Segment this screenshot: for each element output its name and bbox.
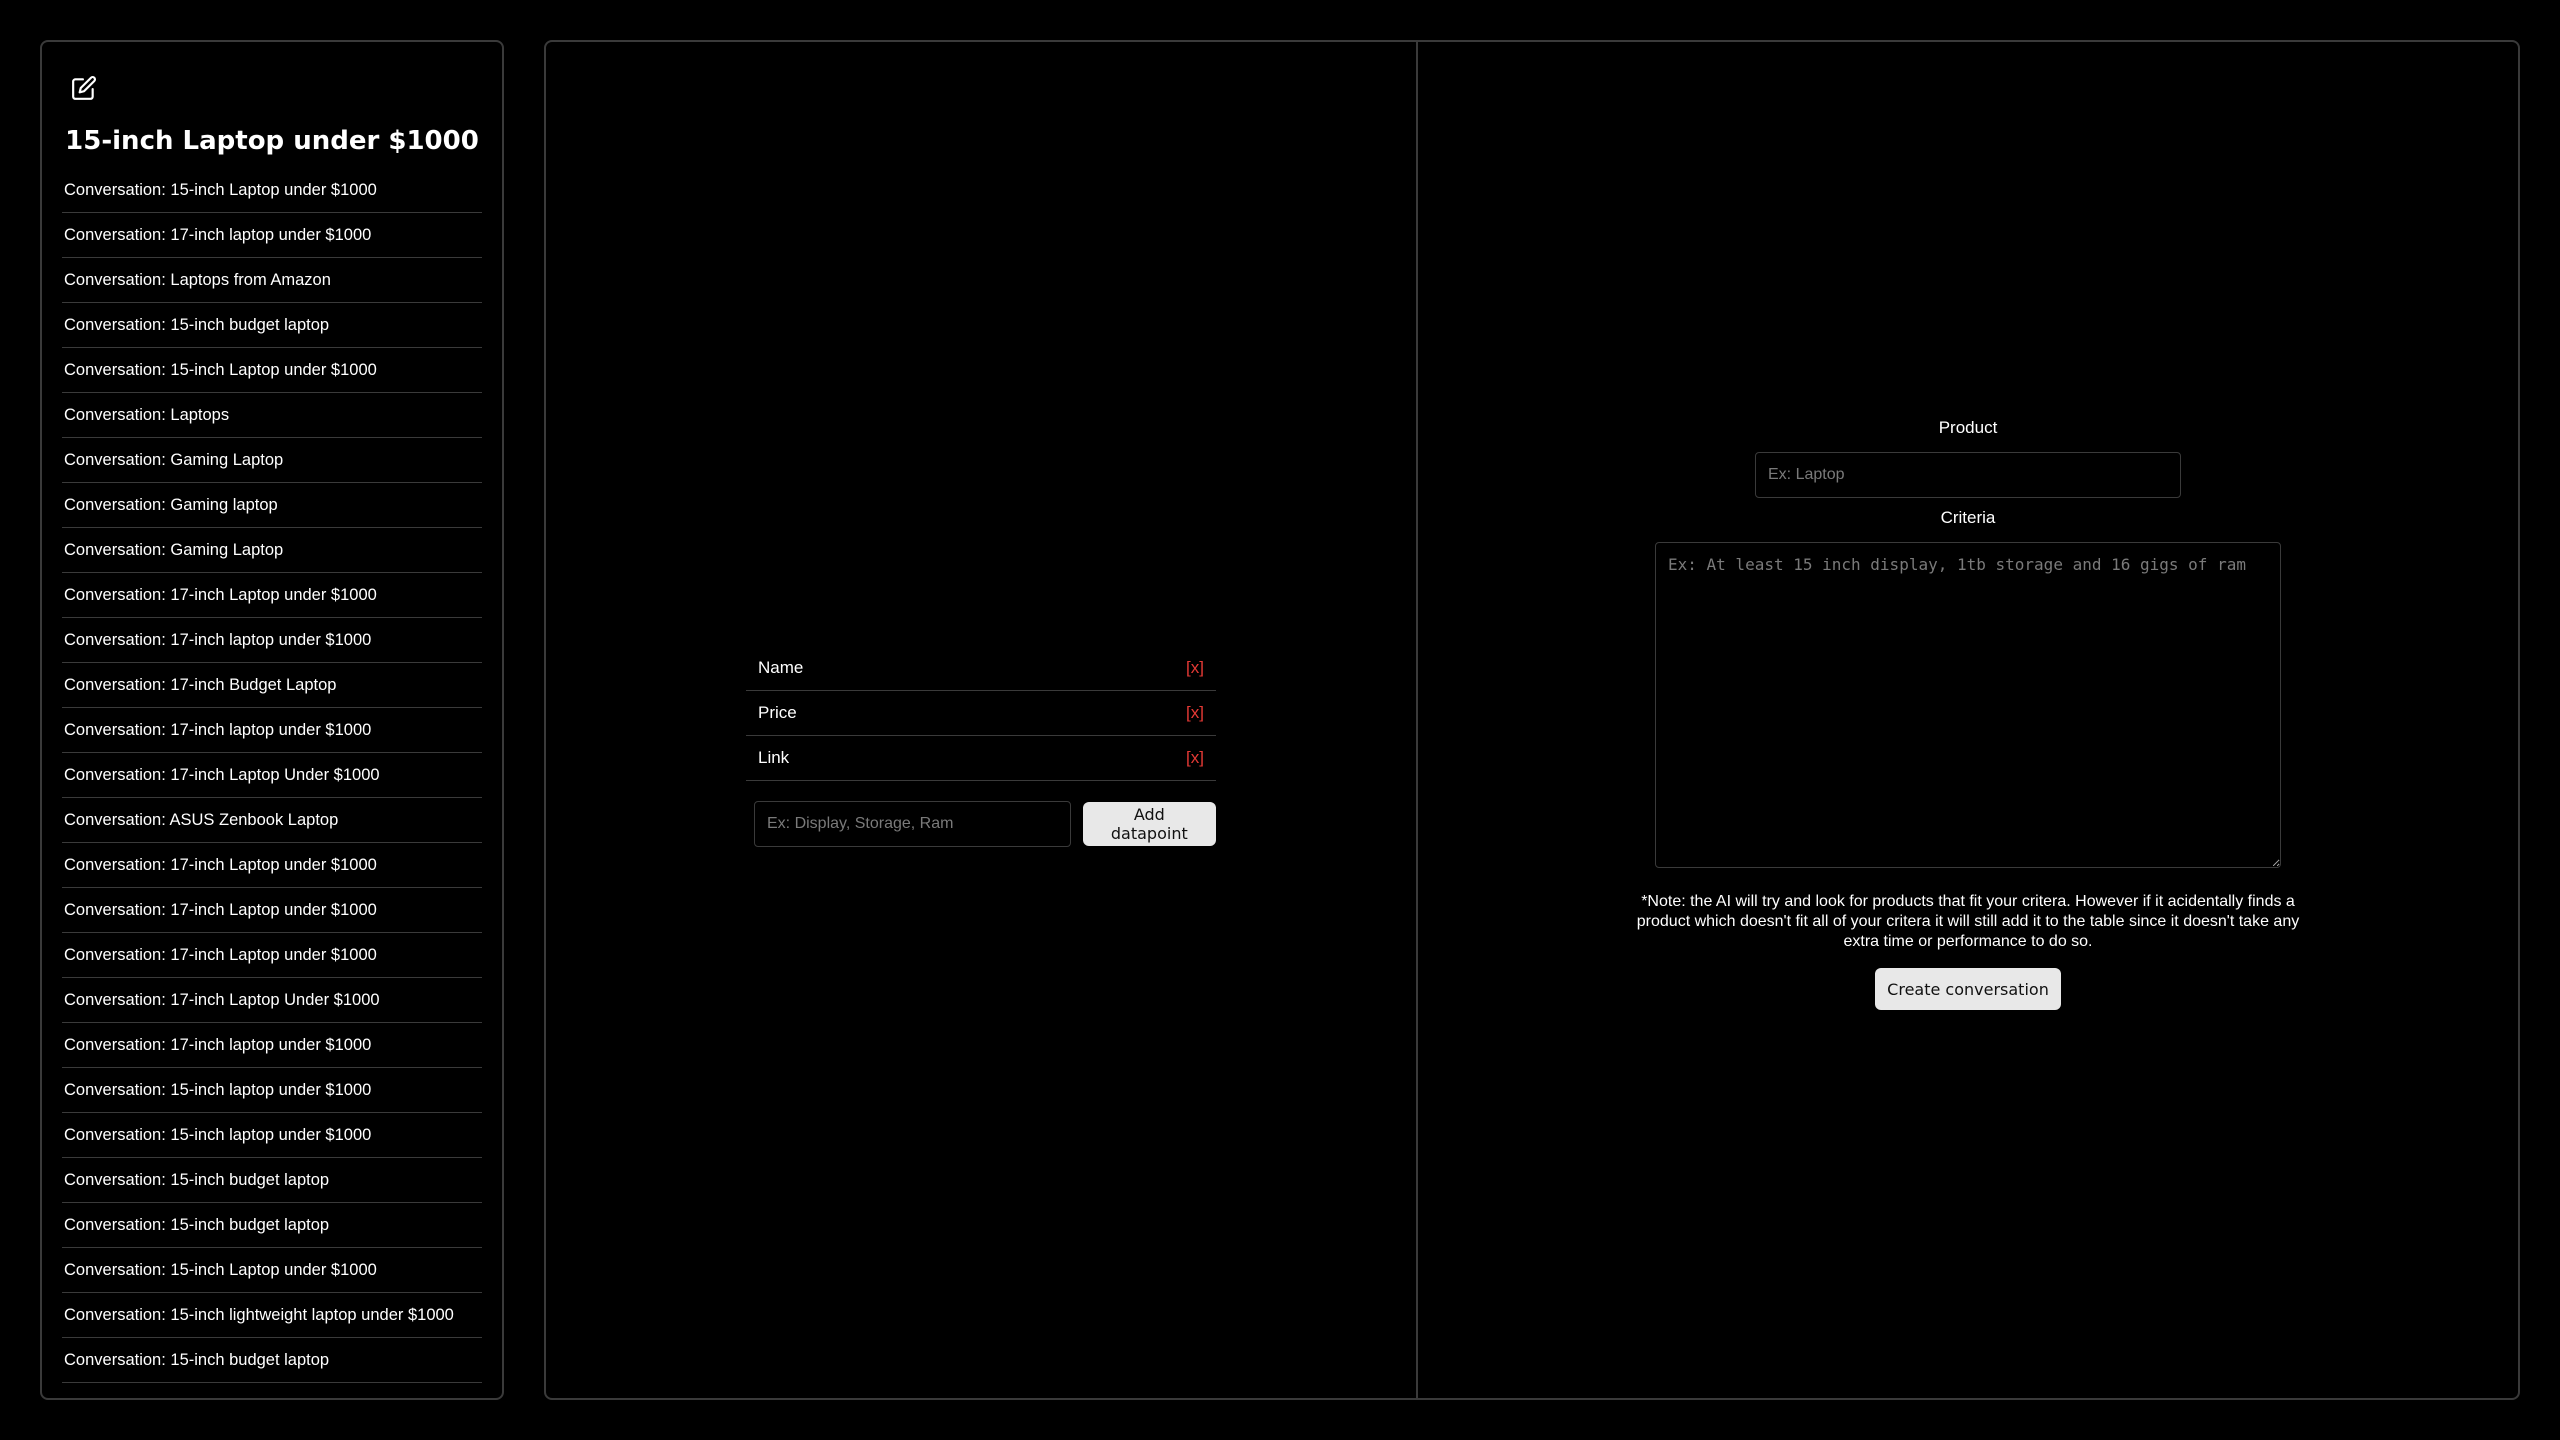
datapoints-block: Name [x] Price [x] Link [x] Add datapoint	[746, 646, 1216, 847]
datapoint-list: Name [x] Price [x] Link [x]	[746, 646, 1216, 781]
datapoint-label: Name	[758, 658, 804, 677]
datapoints-pane: Name [x] Price [x] Link [x] Add datapoint	[546, 42, 1418, 1398]
main-panel: Name [x] Price [x] Link [x] Add datapoint Pro…	[544, 40, 2520, 1400]
conversation-form: Product Criteria *Note: the AI will try …	[1418, 418, 2518, 1010]
conversation-item[interactable]: Conversation: 17-inch Laptop under $1000	[62, 888, 482, 933]
criteria-label: Criteria	[1940, 508, 1996, 527]
conversation-item[interactable]: Conversation: 17-inch laptop under $1000	[62, 708, 482, 753]
criteria-input[interactable]	[1655, 542, 2281, 868]
conversation-item[interactable]: Conversation: 15-inch budget laptop	[62, 1338, 482, 1383]
conversation-item[interactable]: Conversation: 17-inch Laptop Under $1000	[62, 753, 482, 798]
conversation-item[interactable]: Conversation: 15-inch budget laptop	[62, 1158, 482, 1203]
sidebar-title: 15-inch Laptop under $1000	[65, 126, 479, 156]
add-datapoint-row: Add datapoint	[746, 801, 1216, 847]
conversation-item[interactable]: Conversation: Gaming Laptop	[62, 438, 482, 483]
conversation-item[interactable]: Conversation: 15-inch Laptop under $1000	[62, 348, 482, 393]
conversation-list: Conversation: 15-inch Laptop under $1000…	[62, 168, 482, 1383]
conversation-item[interactable]: Conversation: 15-inch laptop under $1000	[62, 1113, 482, 1158]
datapoint-row: Link [x]	[746, 736, 1216, 781]
conversation-item[interactable]: Conversation: 15-inch Laptop under $1000	[62, 1248, 482, 1293]
edit-icon	[72, 76, 96, 100]
product-label: Product	[1938, 418, 1998, 437]
note-text: *Note: the AI will try and look for prod…	[1636, 893, 2300, 950]
conversation-item[interactable]: Conversation: 15-inch budget laptop	[62, 303, 482, 348]
conversation-item[interactable]: Conversation: 15-inch budget laptop	[62, 1203, 482, 1248]
sidebar: 15-inch Laptop under $1000 Conversation:…	[40, 40, 504, 1400]
new-conversation-button[interactable]	[64, 68, 104, 108]
conversation-item[interactable]: Conversation: Laptops	[62, 393, 482, 438]
conversation-item[interactable]: Conversation: 17-inch laptop under $1000	[62, 1023, 482, 1068]
conversation-item[interactable]: Conversation: ASUS Zenbook Laptop	[62, 798, 482, 843]
create-conversation-button[interactable]: Create conversation	[1875, 968, 2061, 1010]
remove-datapoint-button[interactable]: [x]	[1186, 748, 1204, 768]
datapoint-row: Price [x]	[746, 691, 1216, 736]
conversation-item[interactable]: Conversation: 15-inch lightweight laptop…	[62, 1293, 482, 1338]
conversation-form-pane: Product Criteria *Note: the AI will try …	[1418, 42, 2518, 1398]
conversation-item[interactable]: Conversation: 17-inch laptop under $1000	[62, 618, 482, 663]
conversation-item[interactable]: Conversation: 17-inch Budget Laptop	[62, 663, 482, 708]
conversation-item[interactable]: Conversation: Gaming Laptop	[62, 528, 482, 573]
remove-datapoint-button[interactable]: [x]	[1186, 703, 1204, 723]
datapoint-row: Name [x]	[746, 646, 1216, 691]
datapoint-label: Price	[758, 703, 797, 722]
conversation-item[interactable]: Conversation: 17-inch laptop under $1000	[62, 213, 482, 258]
conversation-item[interactable]: Conversation: 15-inch laptop under $1000	[62, 1068, 482, 1113]
conversation-item[interactable]: Conversation: 15-inch Laptop under $1000	[62, 168, 482, 213]
add-datapoint-button[interactable]: Add datapoint	[1082, 802, 1216, 846]
datapoint-label: Link	[758, 748, 790, 767]
conversation-item[interactable]: Conversation: 17-inch Laptop Under $1000	[62, 978, 482, 1023]
conversation-item[interactable]: Conversation: 17-inch Laptop under $1000	[62, 843, 482, 888]
conversation-item[interactable]: Conversation: 17-inch Laptop under $1000	[62, 573, 482, 618]
remove-datapoint-button[interactable]: [x]	[1186, 658, 1204, 678]
datapoint-input[interactable]	[754, 801, 1071, 847]
conversation-item[interactable]: Conversation: Gaming laptop	[62, 483, 482, 528]
product-input[interactable]	[1755, 452, 2181, 498]
conversation-item[interactable]: Conversation: Laptops from Amazon	[62, 258, 482, 303]
conversation-item[interactable]: Conversation: 17-inch Laptop under $1000	[62, 933, 482, 978]
